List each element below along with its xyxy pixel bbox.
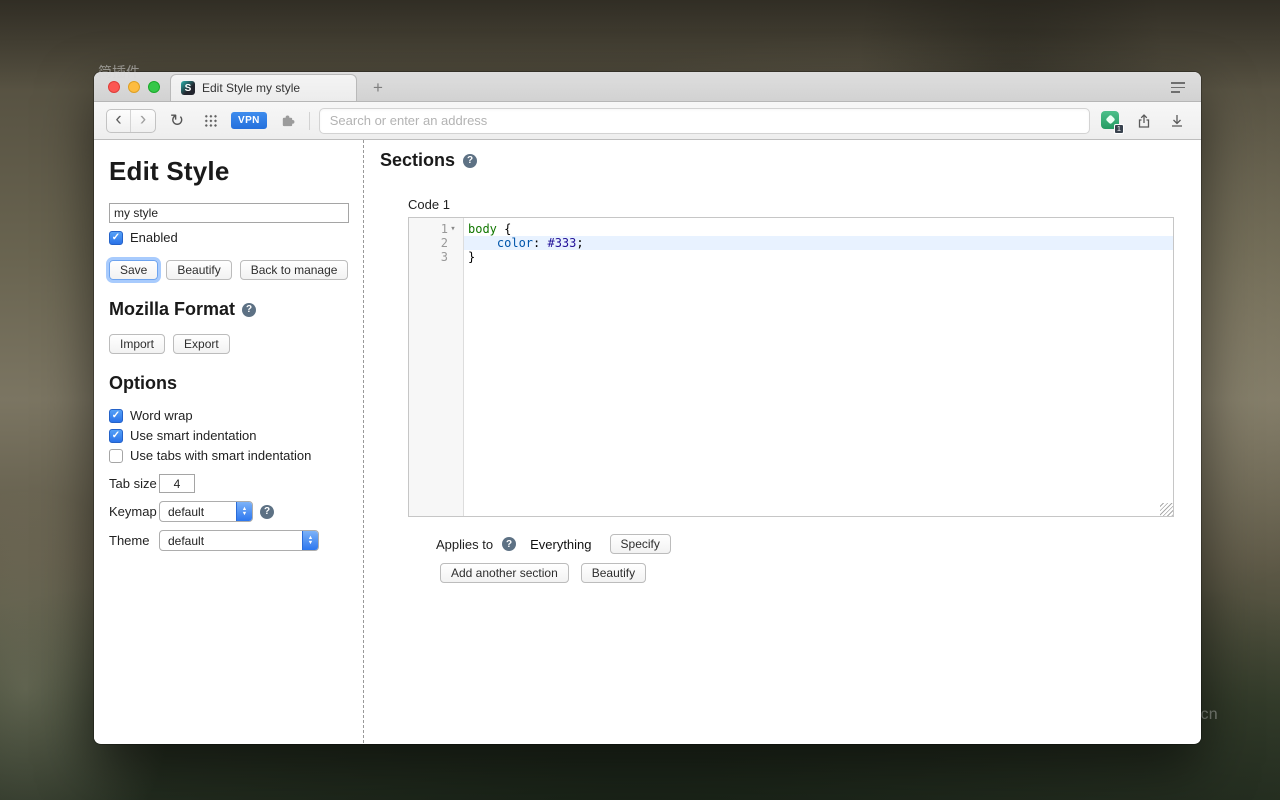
code-editor[interactable]: 1▾ body { 2 color: #333; 3 } (408, 217, 1174, 517)
select-stepper-icon: ▲▼ (236, 502, 252, 521)
applies-to-help-icon[interactable]: ? (502, 537, 516, 551)
keymap-help-icon[interactable]: ? (260, 505, 274, 519)
keymap-select[interactable]: default ▲▼ (159, 501, 253, 522)
desktop-background: 简插件 chrome.zzzmh.cn S Edit Style my styl… (0, 0, 1280, 800)
window-controls (108, 81, 160, 93)
sections-help-icon[interactable]: ? (463, 154, 477, 168)
navigation-toolbar: ‹ › ↻ VPN 1 (94, 102, 1201, 140)
theme-label: Theme (109, 533, 159, 548)
section-buttons-row: Add another section Beautify (440, 563, 1201, 583)
page-title: Edit Style (109, 156, 363, 187)
close-window-button[interactable] (108, 81, 120, 93)
reload-button[interactable]: ↻ (165, 109, 189, 133)
keymap-value: default (160, 505, 236, 519)
stylish-favicon-icon: S (181, 81, 195, 95)
zoom-window-button[interactable] (148, 81, 160, 93)
tabs-smart-indent-checkbox[interactable] (109, 449, 123, 463)
code-line-active: 2 color: #333; (409, 236, 1173, 250)
sections-heading: Sections (380, 150, 455, 171)
options-checkboxes: ✓ Word wrap ✓ Use smart indentation Use … (109, 408, 363, 463)
nav-history-controls: ‹ › (106, 109, 156, 133)
code-line: 1▾ body { (409, 222, 1173, 236)
tab-size-input[interactable] (159, 474, 195, 493)
word-wrap-checkbox[interactable]: ✓ (109, 409, 123, 423)
code-label: Code 1 (408, 197, 1201, 212)
downloads-button[interactable] (1165, 109, 1189, 133)
share-button[interactable] (1132, 109, 1156, 133)
word-wrap-row: ✓ Word wrap (109, 408, 363, 423)
theme-value: default (160, 534, 302, 548)
back-button[interactable]: ‹ (107, 110, 131, 132)
tab-bar: S Edit Style my style + (94, 72, 1201, 102)
sections-area: Sections ? Code 1 1▾ body { 2 (364, 140, 1201, 743)
browser-tab[interactable]: S Edit Style my style (170, 74, 357, 101)
applies-to-value: Everything (530, 537, 591, 552)
select-stepper-icon: ▲▼ (302, 531, 318, 550)
watermark-plugin-label: 简插件 (98, 62, 140, 82)
mozilla-format-heading: Mozilla Format (109, 299, 235, 320)
primary-buttons-row: Save Beautify Back to manage (109, 260, 363, 280)
check-icon: ✓ (112, 410, 120, 421)
tabs-smart-indent-label: Use tabs with smart indentation (130, 448, 311, 463)
forward-button[interactable]: › (131, 110, 155, 132)
minimize-window-button[interactable] (128, 81, 140, 93)
page-content: Edit Style ✓ Enabled Save Beautify Back … (94, 140, 1201, 743)
apps-grid-button[interactable] (198, 109, 222, 133)
keymap-row: Keymap default ▲▼ ? (109, 501, 363, 522)
code-section: Code 1 1▾ body { 2 color: #333; (408, 197, 1201, 583)
extension-action-button[interactable]: 1 (1099, 109, 1123, 133)
specify-button[interactable]: Specify (610, 534, 671, 554)
save-button[interactable]: Save (109, 260, 158, 280)
smart-indent-label: Use smart indentation (130, 428, 256, 443)
tab-size-row: Tab size (109, 474, 363, 493)
address-bar[interactable] (319, 108, 1090, 134)
style-name-input[interactable] (109, 203, 349, 223)
section-beautify-button[interactable]: Beautify (581, 563, 646, 583)
tabs-smart-indent-row: Use tabs with smart indentation (109, 448, 363, 463)
options-heading: Options (109, 373, 363, 394)
fold-arrow-icon[interactable]: ▾ (448, 222, 458, 236)
grid-icon (204, 114, 217, 127)
keymap-label: Keymap (109, 504, 159, 519)
puzzle-icon (280, 113, 295, 128)
import-button[interactable]: Import (109, 334, 165, 354)
export-button[interactable]: Export (173, 334, 230, 354)
theme-select[interactable]: default ▲▼ (159, 530, 319, 551)
download-icon (1169, 113, 1185, 129)
toolbar-separator (309, 112, 310, 130)
applies-to-label: Applies to (436, 537, 493, 552)
enabled-row: ✓ Enabled (109, 230, 363, 245)
browser-window: S Edit Style my style + ‹ › ↻ VPN (94, 72, 1201, 744)
enabled-checkbox[interactable]: ✓ (109, 231, 123, 245)
share-icon (1136, 113, 1152, 129)
import-export-row: Import Export (109, 334, 363, 354)
address-input[interactable] (330, 113, 1079, 128)
extension-badge: 1 (1114, 124, 1124, 134)
applies-to-row: Applies to ? Everything Specify (436, 534, 1201, 554)
smart-indent-checkbox[interactable]: ✓ (109, 429, 123, 443)
check-icon: ✓ (112, 430, 120, 441)
editor-resize-handle[interactable] (1160, 503, 1173, 516)
tab-title: Edit Style my style (202, 81, 300, 95)
tab-size-label: Tab size (109, 476, 159, 491)
code-line: 3 } (409, 250, 1173, 264)
new-tab-button[interactable]: + (367, 77, 389, 98)
mozilla-format-help-icon[interactable]: ? (242, 303, 256, 317)
edit-style-sidebar: Edit Style ✓ Enabled Save Beautify Back … (94, 140, 364, 743)
check-icon: ✓ (112, 232, 120, 243)
enabled-label: Enabled (130, 230, 178, 245)
extensions-puzzle-button[interactable] (276, 109, 300, 133)
tab-list-icon[interactable] (1171, 82, 1185, 93)
vpn-badge[interactable]: VPN (231, 112, 267, 129)
back-to-manage-button[interactable]: Back to manage (240, 260, 349, 280)
word-wrap-label: Word wrap (130, 408, 193, 423)
smart-indent-row: ✓ Use smart indentation (109, 428, 363, 443)
add-another-section-button[interactable]: Add another section (440, 563, 569, 583)
theme-row: Theme default ▲▼ (109, 530, 363, 551)
beautify-button[interactable]: Beautify (166, 260, 231, 280)
